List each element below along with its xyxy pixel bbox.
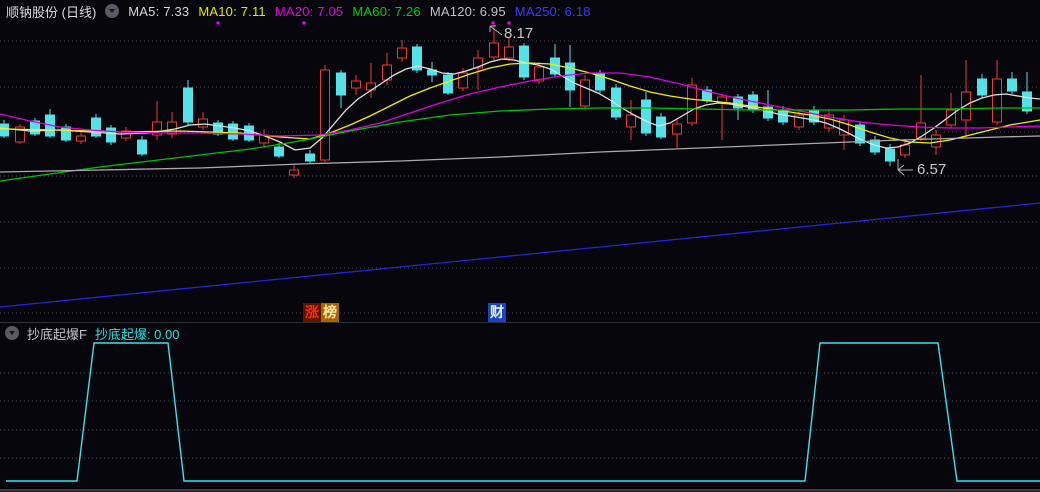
candle-body bbox=[167, 121, 177, 135]
hotspot-tag-cai[interactable]: 财 bbox=[488, 303, 506, 322]
candle-up bbox=[397, 40, 407, 62]
candle-body bbox=[351, 80, 361, 89]
candle-body bbox=[504, 46, 514, 59]
candle-down bbox=[45, 109, 55, 138]
indicator-header: 抄底起爆F 抄底起爆: 0.00 bbox=[0, 323, 179, 343]
candle-body bbox=[0, 123, 9, 137]
ma250-line bbox=[0, 202, 1040, 308]
candle-up bbox=[489, 25, 499, 60]
candle-down bbox=[412, 44, 422, 73]
candle-down bbox=[336, 70, 346, 108]
candle-body bbox=[489, 42, 499, 58]
candle-body bbox=[336, 72, 346, 96]
candle-body bbox=[626, 114, 636, 128]
candle-up bbox=[946, 93, 956, 128]
candle-body bbox=[183, 87, 193, 123]
candle-body bbox=[672, 123, 682, 135]
high-annotation-arrow bbox=[489, 25, 503, 36]
candle-body bbox=[289, 169, 299, 176]
candle-up bbox=[580, 75, 590, 110]
candle-body bbox=[274, 146, 284, 157]
candle-down bbox=[106, 125, 116, 145]
candle-up bbox=[198, 112, 208, 130]
ma10-label: MA10: 7.11 bbox=[198, 3, 266, 19]
indicator-line bbox=[6, 342, 1040, 482]
candle-body bbox=[397, 47, 407, 59]
candle-down bbox=[30, 118, 40, 136]
candle-body bbox=[885, 148, 895, 162]
candle-body bbox=[977, 78, 987, 96]
candle-body bbox=[580, 79, 590, 107]
ma60-line bbox=[0, 107, 1040, 182]
ma60-label: MA60: 7.26 bbox=[352, 3, 421, 19]
hotspot-tag-zhang[interactable]: 涨 bbox=[303, 303, 321, 322]
candle-down bbox=[228, 121, 238, 141]
candle-up bbox=[320, 65, 330, 162]
candle-up bbox=[152, 101, 162, 140]
chevron-down-icon[interactable] bbox=[5, 326, 19, 340]
ma5-label: MA5: 7.33 bbox=[128, 3, 190, 19]
candle-body bbox=[137, 139, 147, 155]
candle-down bbox=[137, 136, 147, 156]
candle-down bbox=[443, 72, 453, 95]
candle-up bbox=[900, 140, 910, 158]
candle-up bbox=[626, 100, 636, 140]
candle-down bbox=[427, 62, 437, 82]
ma20-label: MA20: 7.05 bbox=[274, 3, 344, 19]
candle-body bbox=[198, 118, 208, 128]
chevron-down-icon[interactable] bbox=[105, 4, 120, 18]
bottom-scrollbar[interactable] bbox=[0, 489, 1040, 492]
stock-chart-window: 顺钠股份 (日线) MA5: 7.33 MA10: 7.11 MA20: 7.0… bbox=[0, 0, 1040, 492]
candle-up bbox=[351, 75, 361, 95]
candle-up bbox=[672, 120, 682, 148]
main-chart-canvas[interactable] bbox=[0, 0, 1040, 322]
candle-body bbox=[305, 153, 315, 162]
ma120-label: MA120: 6.95 bbox=[429, 3, 506, 19]
candle-body bbox=[916, 122, 926, 139]
candle-down bbox=[565, 45, 575, 107]
candle-body bbox=[76, 135, 86, 142]
stock-title: 顺钠股份 (日线) bbox=[6, 4, 97, 20]
candle-up bbox=[15, 124, 25, 144]
hotspot-tag-bang[interactable]: 榜 bbox=[321, 303, 339, 322]
candle-down bbox=[91, 114, 101, 138]
candle-body bbox=[656, 116, 666, 138]
candle-body bbox=[687, 84, 697, 124]
candle-body bbox=[320, 69, 330, 161]
candle-body bbox=[91, 117, 101, 137]
candle-up bbox=[992, 60, 1002, 125]
indicator-value: 抄底起爆: 0.00 bbox=[94, 326, 180, 342]
candle-down bbox=[641, 92, 651, 136]
candle-body bbox=[1007, 78, 1017, 92]
candle-body bbox=[106, 127, 116, 143]
candle-up bbox=[916, 75, 926, 141]
candle-up bbox=[289, 164, 299, 178]
candle-body bbox=[443, 74, 453, 94]
low-annotation-arrow bbox=[897, 159, 913, 176]
indicator-chart-canvas[interactable] bbox=[0, 322, 1040, 492]
low-price-annotation: 6.57 bbox=[917, 161, 947, 178]
candle-body bbox=[61, 126, 71, 141]
candle-up bbox=[961, 60, 971, 137]
candle-body bbox=[228, 123, 238, 140]
candle-body bbox=[992, 78, 1002, 123]
candle-up bbox=[167, 112, 177, 138]
indicator-name: 抄底起爆F bbox=[27, 326, 87, 342]
candle-body bbox=[900, 144, 910, 156]
candle-body bbox=[641, 99, 651, 134]
ma250-label: MA250: 6.18 bbox=[514, 3, 591, 19]
candle-down bbox=[305, 150, 315, 163]
candle-down bbox=[977, 74, 987, 98]
candle-down bbox=[244, 123, 254, 142]
candle-up bbox=[687, 78, 697, 126]
candle-down bbox=[1007, 72, 1017, 94]
candle-up bbox=[824, 110, 834, 132]
main-chart-header: 顺钠股份 (日线) MA5: 7.33 MA10: 7.11 MA20: 7.0… bbox=[0, 0, 591, 22]
candle-up bbox=[76, 132, 86, 144]
candle-up bbox=[717, 94, 727, 140]
ma120-line bbox=[0, 135, 1040, 173]
high-price-annotation: 8.17 bbox=[504, 25, 534, 42]
